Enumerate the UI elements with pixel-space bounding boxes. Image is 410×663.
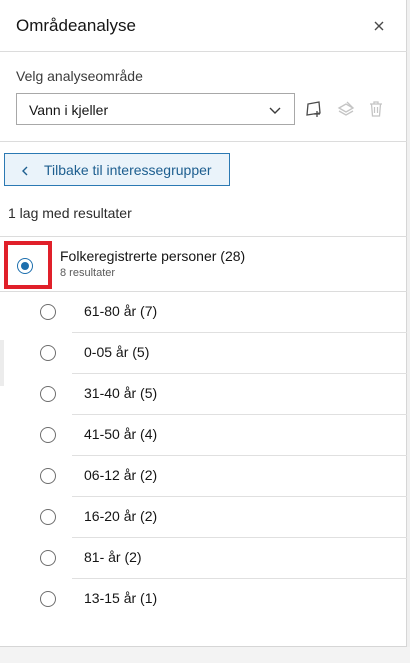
- chevron-down-icon: [268, 103, 282, 117]
- chevron-left-icon: [19, 164, 31, 176]
- panel-title: Områdeanalyse: [16, 16, 137, 35]
- draw-area-icon[interactable]: [304, 99, 324, 119]
- area-section: Velg analyseområde Vann i kjeller: [0, 52, 407, 142]
- age-group-radio[interactable]: [40, 591, 56, 607]
- age-group-label: 06-12 år (2): [84, 467, 158, 483]
- results-summary: 1 lag med resultater: [8, 205, 132, 221]
- group-subtitle: 8 resultater: [60, 267, 116, 279]
- list-item[interactable]: 61-80 år (7): [0, 292, 407, 333]
- age-group-label: 0-05 år (5): [84, 344, 150, 360]
- area-select-value: Vann i kjeller: [29, 102, 109, 118]
- result-group-row[interactable]: Folkeregistrerte personer (28) 8 resulta…: [0, 237, 407, 292]
- list-item[interactable]: 41-50 år (4): [0, 415, 407, 456]
- back-button-label: Tilbake til interessegrupper: [44, 162, 212, 178]
- age-group-list: 61-80 år (7) 0-05 år (5) 31-40 år (5) 41…: [0, 292, 407, 620]
- list-item[interactable]: 06-12 år (2): [0, 456, 407, 497]
- list-item[interactable]: 31-40 år (5): [0, 374, 407, 415]
- list-item[interactable]: 13-15 år (1): [0, 579, 407, 620]
- age-group-radio[interactable]: [40, 550, 56, 566]
- age-group-label: 16-20 år (2): [84, 508, 158, 524]
- panel-header: Områdeanalyse: [0, 0, 407, 52]
- trash-icon[interactable]: [366, 99, 386, 119]
- age-group-label: 41-50 år (4): [84, 426, 158, 442]
- group-title: Folkeregistrerte personer (28): [60, 248, 246, 264]
- list-item[interactable]: 16-20 år (2): [0, 497, 407, 538]
- back-to-interest-groups-button[interactable]: Tilbake til interessegrupper: [4, 153, 230, 186]
- age-group-label: 13-15 år (1): [84, 590, 158, 606]
- age-group-radio[interactable]: [40, 345, 56, 361]
- age-group-label: 81- år (2): [84, 549, 142, 565]
- age-group-radio[interactable]: [40, 386, 56, 402]
- age-group-radio[interactable]: [40, 427, 56, 443]
- age-group-label: 61-80 år (7): [84, 303, 158, 319]
- area-select[interactable]: Vann i kjeller: [16, 93, 295, 125]
- age-group-radio[interactable]: [40, 509, 56, 525]
- panel-footer-gap: [0, 647, 410, 663]
- age-group-radio[interactable]: [40, 468, 56, 484]
- group-radio[interactable]: [17, 258, 33, 274]
- list-item[interactable]: 81- år (2): [0, 538, 407, 579]
- close-icon[interactable]: [370, 17, 388, 35]
- map-edge: [0, 340, 4, 386]
- layers-icon[interactable]: [336, 99, 356, 119]
- list-item[interactable]: 0-05 år (5): [0, 333, 407, 374]
- analysis-panel: Områdeanalyse Velg analyseområde Vann i …: [0, 0, 407, 647]
- age-group-radio[interactable]: [40, 304, 56, 320]
- age-group-label: 31-40 år (5): [84, 385, 158, 401]
- area-label: Velg analyseområde: [16, 68, 143, 84]
